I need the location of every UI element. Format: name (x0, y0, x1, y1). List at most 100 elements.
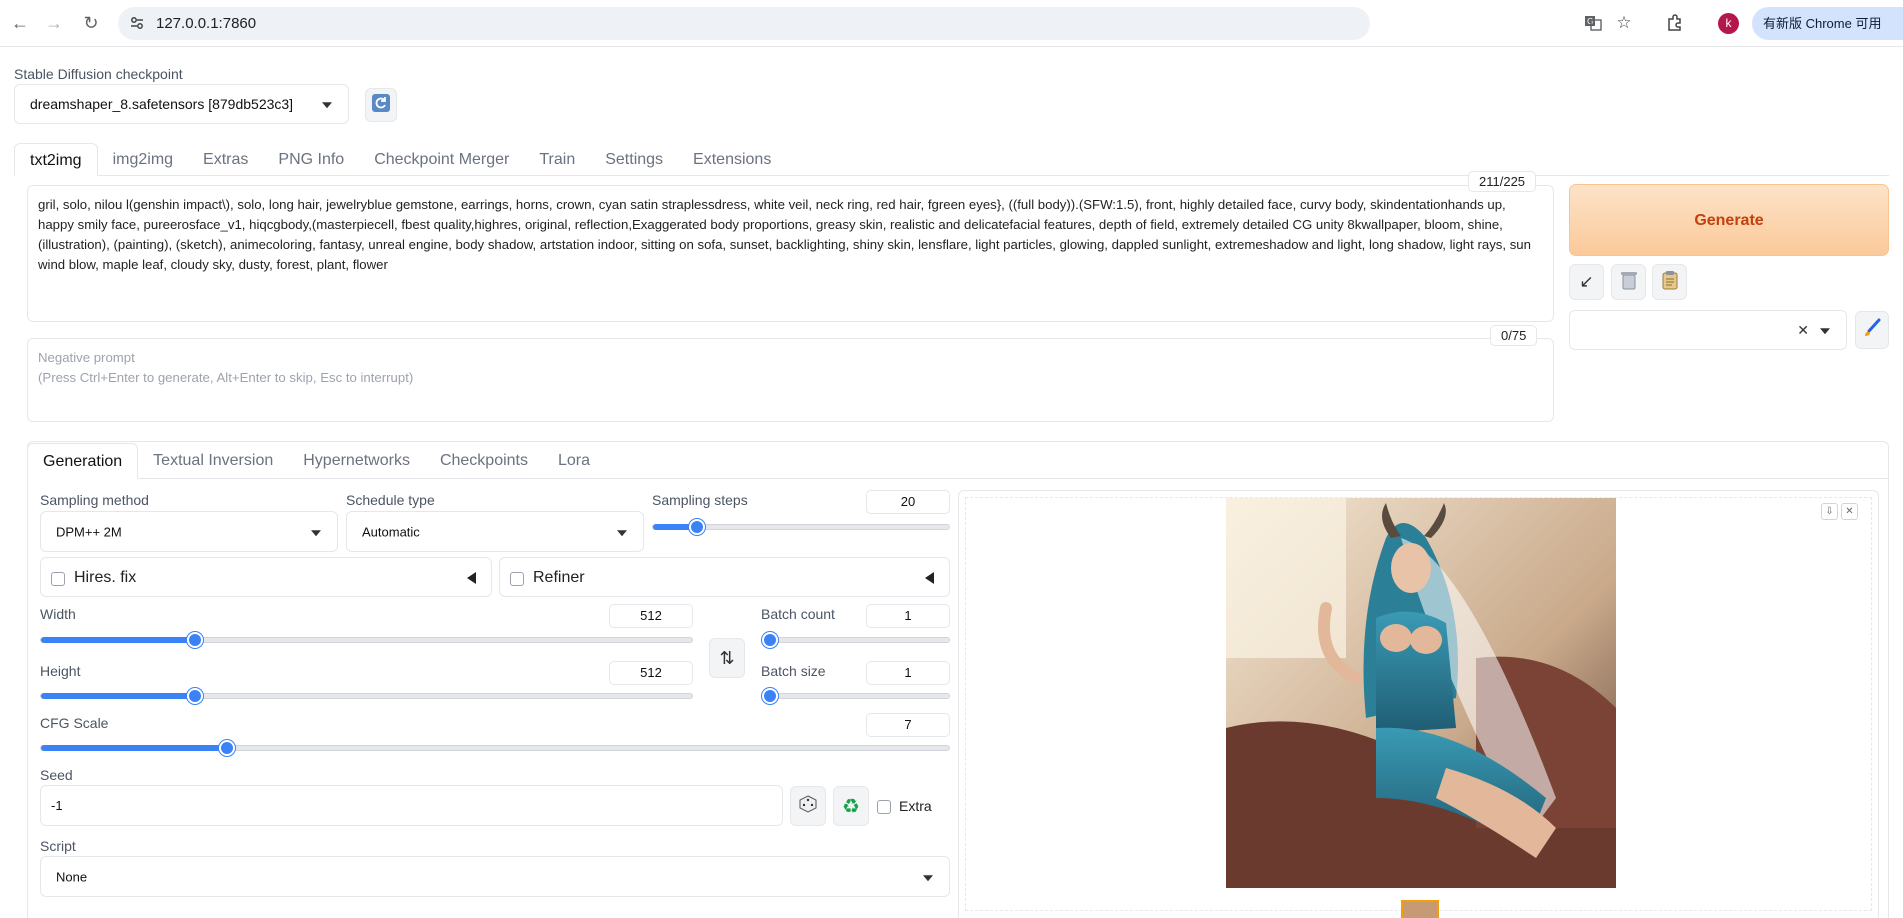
batch-count-slider[interactable] (761, 632, 950, 648)
swap-dimensions-button[interactable]: ⇅ (709, 638, 745, 678)
checkpoint-dropdown[interactable]: dreamshaper_8.safetensors [879db523c3] (14, 84, 349, 124)
gallery-controls: ⇩ ✕ (1821, 503, 1858, 520)
refresh-icon (371, 93, 391, 118)
collapse-triangle-icon[interactable] (925, 572, 934, 584)
tab-lora[interactable]: Lora (543, 443, 605, 479)
update-chrome-button[interactable]: 有新版 Chrome 可用 (1752, 7, 1903, 40)
refiner-label: Refiner (533, 569, 585, 586)
download-icon[interactable]: ⇩ (1821, 503, 1838, 520)
reload-icon[interactable]: ↻ (80, 12, 102, 34)
generate-button[interactable]: Generate (1569, 184, 1889, 256)
svg-text:G: G (1587, 17, 1593, 26)
trash-icon (1620, 270, 1638, 295)
generation-tabs: Generation Textual Inversion Hypernetwor… (27, 443, 605, 479)
seed-input[interactable]: -1 (40, 785, 783, 826)
script-value: None (56, 869, 88, 884)
height-label: Height (40, 663, 81, 679)
height-slider[interactable] (40, 688, 693, 704)
negative-token-counter: 0/75 (1490, 325, 1538, 346)
styles-dropdown[interactable]: ✕ (1569, 310, 1847, 350)
hires-fix-label: Hires. fix (74, 569, 137, 586)
tab-train[interactable]: Train (524, 143, 590, 176)
cfg-scale-input[interactable]: 7 (866, 713, 950, 737)
gallery-thumbnail[interactable] (1401, 900, 1439, 918)
collapse-triangle-icon[interactable] (467, 572, 476, 584)
width-slider[interactable] (40, 632, 693, 648)
hires-fix-accordion[interactable]: Hires. fix (40, 557, 492, 597)
negative-prompt-textarea[interactable]: Negative prompt (Press Ctrl+Enter to gen… (27, 338, 1554, 422)
apply-styles-button[interactable] (1652, 264, 1687, 300)
tab-png-info[interactable]: PNG Info (263, 143, 359, 176)
sampling-steps-label: Sampling steps (652, 492, 748, 508)
forward-icon[interactable]: → (43, 12, 65, 34)
refiner-accordion[interactable]: Refiner (499, 557, 950, 597)
address-bar[interactable]: 127.0.0.1:7860 (118, 7, 1370, 40)
schedule-type-value: Automatic (362, 524, 420, 539)
site-info-icon[interactable] (129, 15, 145, 36)
browser-toolbar: ← → ↻ 127.0.0.1:7860 G ☆ k 有新版 Chrome 可用 (0, 0, 1903, 47)
batch-size-input[interactable]: 1 (866, 661, 950, 685)
clear-icon[interactable]: ✕ (1797, 322, 1809, 339)
tab-img2img[interactable]: img2img (98, 143, 188, 176)
dice-icon (798, 794, 818, 819)
refresh-checkpoints-button[interactable] (365, 88, 397, 122)
arrow-down-left-icon: ↙ (1579, 272, 1594, 291)
tab-checkpoint-merger[interactable]: Checkpoint Merger (359, 143, 524, 176)
tab-extensions[interactable]: Extensions (678, 143, 786, 176)
refiner-checkbox[interactable] (510, 572, 524, 586)
translate-icon[interactable]: G (1582, 12, 1604, 34)
width-label: Width (40, 606, 76, 622)
sampling-steps-input[interactable]: 20 (866, 490, 950, 514)
sampling-method-value: DPM++ 2M (56, 524, 122, 539)
hires-fix-checkbox[interactable] (51, 572, 65, 586)
clear-prompt-button[interactable] (1611, 264, 1646, 300)
reuse-seed-button[interactable]: ♻ (833, 786, 869, 826)
batch-count-input[interactable]: 1 (866, 604, 950, 628)
sampling-method-dropdown[interactable]: DPM++ 2M (40, 511, 338, 552)
batch-size-label: Batch size (761, 663, 826, 679)
read-params-button[interactable]: ↙ (1569, 264, 1604, 300)
script-dropdown[interactable]: None (40, 856, 950, 897)
prompt-textarea[interactable]: gril, solo, nilou l(genshin impact\), so… (27, 185, 1554, 322)
close-icon[interactable]: ✕ (1841, 503, 1858, 520)
random-seed-button[interactable] (790, 786, 826, 826)
bookmark-star-icon[interactable]: ☆ (1613, 12, 1635, 34)
checkpoint-value: dreamshaper_8.safetensors [879db523c3] (30, 96, 294, 112)
tab-extras[interactable]: Extras (188, 143, 263, 176)
extra-seed-label: Extra (899, 798, 932, 814)
edit-styles-button[interactable] (1855, 311, 1889, 349)
tab-txt2img[interactable]: txt2img (14, 143, 98, 176)
batch-size-slider[interactable] (761, 688, 950, 704)
extra-seed-checkbox[interactable] (877, 800, 891, 814)
batch-count-label: Batch count (761, 606, 835, 622)
paintbrush-icon (1862, 318, 1882, 343)
tab-textual-inversion[interactable]: Textual Inversion (138, 443, 288, 479)
script-label: Script (40, 838, 76, 854)
chevron-down-icon (1820, 328, 1830, 335)
tab-hypernetworks[interactable]: Hypernetworks (288, 443, 425, 479)
checkpoint-label: Stable Diffusion checkpoint (14, 66, 183, 82)
height-input[interactable]: 512 (609, 661, 693, 685)
tab-settings[interactable]: Settings (590, 143, 678, 176)
seed-label: Seed (40, 767, 73, 783)
width-input[interactable]: 512 (609, 604, 693, 628)
generated-image[interactable] (1226, 498, 1616, 888)
sampling-method-label: Sampling method (40, 492, 149, 508)
chevron-down-icon (923, 874, 933, 881)
profile-avatar[interactable]: k (1718, 13, 1739, 34)
sampling-steps-slider[interactable] (652, 519, 950, 535)
url-text: 127.0.0.1:7860 (156, 15, 257, 32)
main-tabs: txt2img img2img Extras PNG Info Checkpoi… (14, 142, 786, 176)
cfg-scale-slider[interactable] (40, 740, 950, 756)
chevron-down-icon (311, 529, 321, 536)
tab-checkpoints[interactable]: Checkpoints (425, 443, 543, 479)
tab-generation[interactable]: Generation (27, 443, 139, 479)
extensions-icon[interactable] (1664, 12, 1686, 34)
clipboard-icon (1661, 270, 1679, 295)
back-icon[interactable]: ← (9, 12, 31, 34)
chevron-down-icon (322, 102, 332, 109)
schedule-type-label: Schedule type (346, 492, 435, 508)
chevron-down-icon (617, 529, 627, 536)
schedule-type-dropdown[interactable]: Automatic (346, 511, 644, 552)
cfg-scale-label: CFG Scale (40, 715, 109, 731)
